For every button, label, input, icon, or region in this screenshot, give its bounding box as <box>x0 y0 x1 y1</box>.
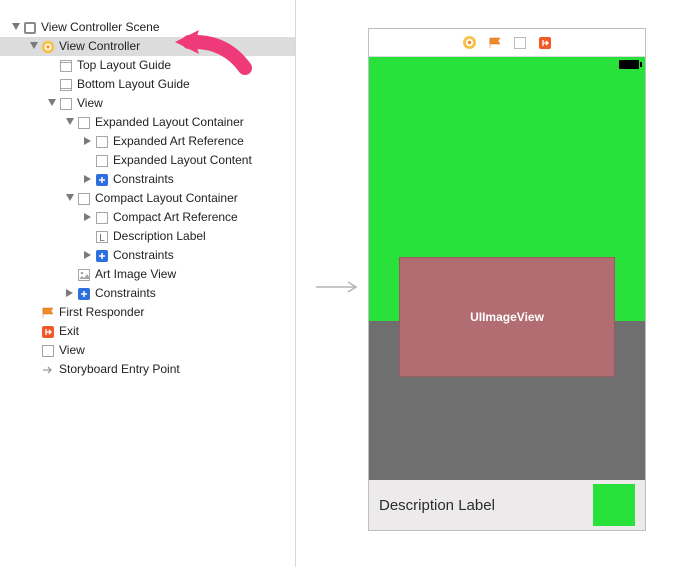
view-icon <box>94 153 109 168</box>
outline-label: Compact Art Reference <box>113 210 238 225</box>
disclosure-icon[interactable] <box>30 42 38 49</box>
outline-label: View <box>59 343 85 358</box>
exit-icon <box>40 324 55 339</box>
layout-guide-icon <box>58 58 73 73</box>
outline-row-artimageview[interactable]: Art Image View <box>0 265 295 284</box>
outline-label: Exit <box>59 324 79 339</box>
outline-row-bottomguide[interactable]: Bottom Layout Guide <box>0 75 295 94</box>
scene-top-bar <box>369 29 645 57</box>
outline-label: Bottom Layout Guide <box>77 77 190 92</box>
outline-row-looseview[interactable]: View <box>0 341 295 360</box>
outline-label: View Controller Scene <box>41 20 160 35</box>
storyboard-entry-arrow-icon <box>314 280 364 294</box>
disclosure-icon[interactable] <box>84 213 91 221</box>
disclosure-icon[interactable] <box>84 251 91 259</box>
view-icon[interactable] <box>512 35 527 50</box>
outline-label: Art Image View <box>95 267 176 282</box>
outline-row-view[interactable]: View <box>0 94 295 113</box>
view-icon <box>76 191 91 206</box>
viewcontroller-icon <box>40 39 55 54</box>
outline-row-entrypoint[interactable]: Storyboard Entry Point <box>0 360 295 379</box>
outline-row-constraints3[interactable]: Constraints <box>0 284 295 303</box>
imageview-icon <box>76 267 91 282</box>
loose-view-preview[interactable] <box>593 484 635 526</box>
disclosure-icon[interactable] <box>84 137 91 145</box>
outline-label: Compact Layout Container <box>95 191 238 206</box>
outline-row-cmpcontainer[interactable]: Compact Layout Container <box>0 189 295 208</box>
outline-row-constraints2[interactable]: Constraints <box>0 246 295 265</box>
view-icon <box>76 115 91 130</box>
device-canvas-frame[interactable]: UIImageView Description Label <box>368 28 646 531</box>
outline-row-expartref[interactable]: Expanded Art Reference <box>0 132 295 151</box>
view-icon <box>94 134 109 149</box>
view-icon <box>94 210 109 225</box>
view-icon <box>40 343 55 358</box>
disclosure-icon[interactable] <box>66 289 73 297</box>
disclosure-icon[interactable] <box>48 99 56 106</box>
outline-row-cmpartref[interactable]: Compact Art Reference <box>0 208 295 227</box>
bottom-bar-preview[interactable]: Description Label <box>369 480 645 530</box>
art-imageview-preview[interactable]: UIImageView <box>399 257 615 377</box>
first-responder-icon[interactable] <box>487 35 502 50</box>
outline-label: Storyboard Entry Point <box>59 362 180 377</box>
outline-label: Constraints <box>113 248 174 263</box>
outline-label: Constraints <box>95 286 156 301</box>
outline-label: Expanded Art Reference <box>113 134 244 149</box>
disclosure-icon[interactable] <box>66 194 74 201</box>
outline-label: Expanded Layout Content <box>113 153 252 168</box>
constraints-icon <box>94 172 109 187</box>
outline-label: First Responder <box>59 305 144 320</box>
imageview-placeholder-label: UIImageView <box>470 310 544 324</box>
outline-label: Constraints <box>113 172 174 187</box>
disclosure-icon[interactable] <box>66 118 74 125</box>
svg-text:L: L <box>99 233 105 244</box>
outline-row-constraints[interactable]: Constraints <box>0 170 295 189</box>
layout-guide-icon <box>58 77 73 92</box>
description-label-preview[interactable]: Description Label <box>379 497 495 514</box>
scene-icon <box>22 20 37 35</box>
outline-row-firstresponder[interactable]: First Responder <box>0 303 295 322</box>
outline-row-exit[interactable]: Exit <box>0 322 295 341</box>
view-icon <box>58 96 73 111</box>
outline-row-viewcontroller[interactable]: View Controller <box>0 37 295 56</box>
outline-row-topguide[interactable]: Top Layout Guide <box>0 56 295 75</box>
outline-label: View <box>77 96 103 111</box>
first-responder-icon <box>40 305 55 320</box>
battery-icon <box>619 60 639 69</box>
entry-arrow-icon <box>40 362 55 377</box>
outline-label: Expanded Layout Container <box>95 115 244 130</box>
label-icon: L <box>94 229 109 244</box>
outline-row-expcontent[interactable]: Expanded Layout Content <box>0 151 295 170</box>
interface-builder-canvas[interactable]: UIImageView Description Label <box>296 0 687 567</box>
disclosure-icon[interactable] <box>12 23 20 30</box>
disclosure-icon[interactable] <box>84 175 91 183</box>
outline-label: View Controller <box>59 39 140 54</box>
outline-label: Description Label <box>113 229 206 244</box>
outline-row-desclabel[interactable]: L Description Label <box>0 227 295 246</box>
constraints-icon <box>94 248 109 263</box>
outline-label: Top Layout Guide <box>77 58 171 73</box>
constraints-icon <box>76 286 91 301</box>
outline-row-scene[interactable]: View Controller Scene <box>0 18 295 37</box>
scene-outline-panel: View Controller Scene View Controller To… <box>0 0 296 567</box>
exit-icon[interactable] <box>537 35 552 50</box>
outline-row-expcontainer[interactable]: Expanded Layout Container <box>0 113 295 132</box>
viewcontroller-icon[interactable] <box>462 35 477 50</box>
